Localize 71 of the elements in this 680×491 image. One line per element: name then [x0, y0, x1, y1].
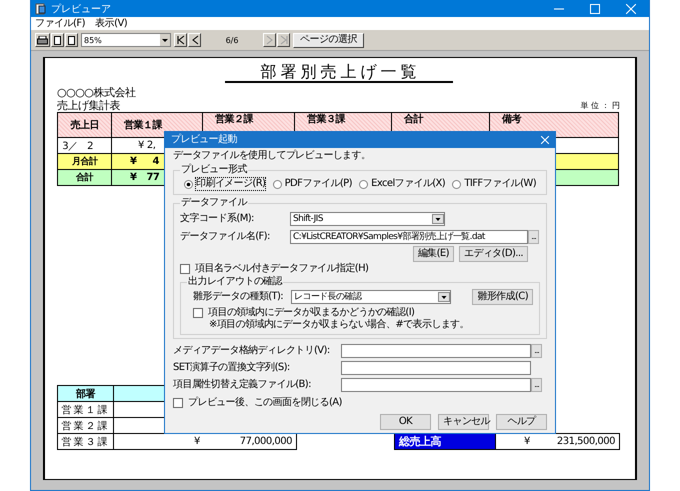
group-label: データファイル: [180, 197, 248, 209]
text-field[interactable]: [341, 361, 531, 375]
checkbox[interactable]: [180, 264, 190, 274]
radio-button[interactable]: [184, 180, 193, 188]
close-icon[interactable]: [541, 136, 549, 144]
checkbox[interactable]: [173, 398, 183, 408]
text-field[interactable]: [341, 378, 531, 392]
column-header: 部署: [58, 386, 114, 402]
field-label: SET演算子の置換文字列(S):: [173, 362, 291, 374]
radio-label[interactable]: TIFFファイル(W): [464, 178, 536, 190]
cancel-button[interactable]: キャンセル: [438, 414, 489, 430]
create-template-button[interactable]: 雛形作成(C): [472, 289, 533, 305]
zoom-select[interactable]: 85%: [81, 33, 171, 47]
field-label: メディアデータ格納ディレクトリ(V):: [173, 345, 331, 357]
encoding-select[interactable]: Shift-JIS: [290, 212, 445, 226]
page-indicator: 6/6: [224, 36, 240, 44]
browse-button[interactable]: ...: [528, 230, 539, 244]
menu-item[interactable]: ファイル(F): [35, 18, 86, 30]
editor-button[interactable]: エディタ(D)...: [458, 246, 528, 262]
previous-page-icon: [190, 35, 200, 45]
note-text: ※項目の領域内にデータが収まらない場合、#で表示します。: [208, 319, 470, 331]
ok-button[interactable]: OK: [380, 414, 431, 430]
group-label: 出力レイアウトの確認: [187, 276, 284, 288]
window-title: プレビューア: [51, 2, 111, 16]
help-button[interactable]: ヘルプ: [496, 414, 547, 430]
checkbox[interactable]: [193, 308, 203, 318]
file-path-field[interactable]: C:¥ListCREATOR¥Samples¥部署別売上げ一覧.dat: [290, 230, 528, 244]
checkbox-label[interactable]: 項目の領域内にデータが収まるかどうかの確認(I): [208, 307, 414, 319]
report-subtitle: 売上げ集計表: [57, 99, 120, 112]
report-title: 部署別売上げ一覧: [224, 62, 452, 83]
edit-button[interactable]: 編集(E): [412, 246, 454, 262]
column-header: 売上日: [58, 112, 112, 138]
printer-icon: [37, 36, 48, 44]
table-cell: 合計: [58, 170, 112, 186]
browse-button[interactable]: ...: [531, 378, 542, 392]
field-label: データファイル名(F):: [180, 231, 271, 243]
print-button[interactable]: [35, 33, 50, 47]
select-page-button[interactable]: ページの選択: [293, 32, 364, 48]
last-page-icon: [278, 35, 288, 45]
double-page-button[interactable]: [65, 33, 78, 47]
dropdown-icon: [432, 214, 444, 224]
text-field[interactable]: [341, 344, 531, 358]
field-label: 項目属性切替え定義ファイル(B):: [173, 379, 312, 391]
table-cell: 営業３課: [58, 434, 114, 450]
radio-button[interactable]: [272, 180, 282, 188]
checkbox-label[interactable]: プレビュー後、この画面を閉じる(A): [188, 397, 342, 409]
browse-button[interactable]: ...: [531, 344, 542, 358]
previous-page-button[interactable]: [188, 33, 201, 47]
radio-label[interactable]: PDFファイル(P): [284, 178, 352, 190]
radio-button[interactable]: [359, 180, 368, 188]
radio-label[interactable]: Excelファイル(X): [371, 178, 446, 190]
single-page-button[interactable]: [51, 33, 64, 47]
field-label: 文字コード系(M):: [180, 213, 255, 225]
app-icon: [35, 2, 46, 14]
first-page-button[interactable]: [174, 33, 187, 47]
total-label: 総売上高: [394, 434, 496, 450]
table-cell: 営業２課: [58, 418, 114, 434]
unit-label: 単 位 ： 円: [580, 100, 620, 112]
dropdown-icon: [160, 34, 170, 46]
dropdown-icon: [438, 292, 450, 302]
table-cell: 営業１課: [58, 402, 114, 418]
close-icon[interactable]: [626, 4, 636, 14]
next-page-icon: [264, 35, 274, 45]
checkbox-label[interactable]: 項目名ラベル付きデータファイル指定(H): [195, 263, 368, 275]
company-name: ○○○○株式会社: [57, 86, 137, 99]
template-select[interactable]: レコード長の確認: [291, 290, 451, 304]
first-page-icon: [176, 35, 186, 45]
field-label: 雛形データの種類(T):: [193, 291, 284, 303]
radio-button[interactable]: [452, 180, 462, 188]
maximize-icon[interactable]: [590, 4, 600, 14]
menu-item[interactable]: 表示(V): [95, 18, 128, 30]
